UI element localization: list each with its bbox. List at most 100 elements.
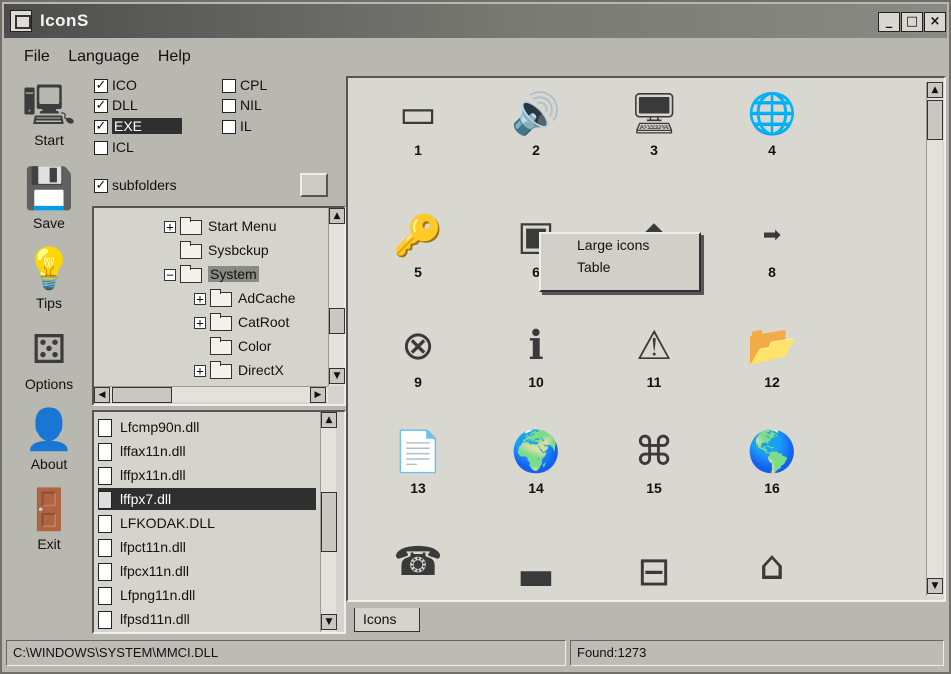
menu-item-table[interactable]: Table bbox=[541, 256, 699, 278]
menu-file[interactable]: File bbox=[24, 48, 50, 65]
tree-horizontal-scrollbar[interactable]: ◀ ▶ bbox=[94, 386, 328, 403]
icon-cell-10[interactable]: ℹ 10 bbox=[496, 318, 576, 402]
file-item[interactable]: Lfcmp90n.dll bbox=[98, 416, 316, 438]
icon-grid-scrollbar[interactable]: ▲ ▼ bbox=[926, 82, 943, 596]
tree-item-start-menu[interactable]: + Start Menu bbox=[164, 216, 276, 236]
tree-item-system[interactable]: − System bbox=[164, 264, 259, 284]
icon-cell-14[interactable]: 🌍 14 bbox=[496, 424, 576, 508]
icon-cell-9[interactable]: ⊗ 9 bbox=[378, 318, 458, 402]
file-item-selected[interactable]: lffpx7.dll bbox=[98, 488, 316, 510]
scroll-left-button[interactable]: ◀ bbox=[94, 387, 110, 403]
save-button[interactable]: 💾 Save bbox=[10, 165, 88, 231]
tree-item-sysbckup[interactable]: Sysbckup bbox=[180, 240, 269, 260]
filter-il[interactable]: IL bbox=[222, 117, 252, 135]
icon-cell-16[interactable]: 🌎 16 bbox=[732, 424, 812, 508]
icon-cell-13[interactable]: 📄 13 bbox=[378, 424, 458, 508]
subfolders-checkbox[interactable]: ✓ bbox=[94, 179, 108, 194]
options-button[interactable]: ⚄ Options bbox=[10, 326, 88, 392]
il-checkbox[interactable] bbox=[222, 120, 236, 135]
menu-language[interactable]: Language bbox=[68, 48, 139, 65]
exit-door-icon: 🚪 bbox=[24, 487, 74, 533]
icon-cell-18[interactable]: ▬ bbox=[496, 548, 576, 632]
scroll-up-button[interactable]: ▲ bbox=[927, 82, 943, 98]
minimize-button[interactable]: _ bbox=[878, 12, 900, 32]
scroll-up-button[interactable]: ▲ bbox=[321, 412, 337, 428]
icon-cell-12[interactable]: 📂 12 bbox=[732, 318, 812, 402]
tree-item-adcache[interactable]: + AdCache bbox=[194, 288, 296, 308]
title-bar[interactable]: IconS _ □ × bbox=[4, 4, 947, 38]
open-folder-icon: 📂 bbox=[747, 323, 797, 369]
icon-cell-3[interactable]: 🖥 3 bbox=[614, 86, 694, 170]
icon-cell-17[interactable]: ☎ bbox=[378, 534, 458, 618]
tab-icons[interactable]: Icons bbox=[354, 608, 420, 632]
folder-tree[interactable]: + Start Menu Sysbckup − System + AdCache + C… bbox=[92, 206, 346, 406]
filter-cpl[interactable]: CPL bbox=[222, 76, 267, 94]
menu-help[interactable]: Help bbox=[158, 48, 191, 65]
nil-checkbox[interactable] bbox=[222, 99, 236, 114]
scroll-thumb[interactable] bbox=[329, 308, 345, 334]
scroll-up-button[interactable]: ▲ bbox=[329, 208, 345, 224]
cpl-checkbox[interactable] bbox=[222, 79, 236, 94]
expand-toggle[interactable]: + bbox=[194, 293, 206, 306]
icon-cell-15[interactable]: ⌘ 15 bbox=[614, 424, 694, 508]
scroll-down-button[interactable]: ▼ bbox=[321, 614, 337, 630]
icon-cell-19[interactable]: ⊟ bbox=[614, 544, 694, 628]
filter-dll[interactable]: ✓ DLL bbox=[94, 96, 138, 114]
icl-checkbox[interactable] bbox=[94, 141, 108, 156]
scroll-down-button[interactable]: ▼ bbox=[927, 578, 943, 594]
filter-ico[interactable]: ✓ ICO bbox=[94, 76, 137, 94]
dll-checkbox[interactable]: ✓ bbox=[94, 99, 108, 114]
scroll-thumb[interactable] bbox=[927, 100, 943, 140]
file-item[interactable]: LFKODAK.DLL bbox=[98, 512, 316, 534]
exit-button[interactable]: 🚪 Exit bbox=[10, 486, 88, 552]
file-item[interactable]: Lfpng11n.dll bbox=[98, 584, 316, 606]
globe-icon: 🌍 bbox=[511, 429, 561, 475]
folder-icon bbox=[210, 312, 232, 331]
about-button[interactable]: 👤 About bbox=[10, 406, 88, 472]
filter-icl[interactable]: ICL bbox=[94, 138, 134, 156]
file-item[interactable]: lffpx11n.dll bbox=[98, 464, 316, 486]
maximize-button[interactable]: □ bbox=[901, 12, 923, 32]
file-list[interactable]: Lfcmp90n.dll lffax11n.dll lffpx11n.dll l… bbox=[92, 410, 346, 634]
filter-nil[interactable]: NIL bbox=[222, 96, 262, 114]
icon-number: 10 bbox=[528, 374, 544, 390]
icon-cell-20[interactable]: ⌂ bbox=[732, 538, 812, 622]
expand-toggle[interactable]: + bbox=[194, 365, 206, 378]
menu-item-large-icons[interactable]: Large icons bbox=[541, 234, 699, 256]
tree-label: CatRoot bbox=[238, 314, 290, 330]
start-button[interactable]: 🖳 Start bbox=[10, 82, 88, 148]
tree-item-color[interactable]: Color bbox=[210, 336, 271, 356]
collapse-toggle[interactable]: − bbox=[164, 269, 176, 282]
expand-toggle[interactable]: + bbox=[164, 221, 176, 234]
app-icon[interactable] bbox=[10, 10, 32, 32]
scroll-thumb[interactable] bbox=[321, 492, 337, 552]
exe-checkbox[interactable]: ✓ bbox=[94, 120, 108, 135]
file-list-scrollbar[interactable]: ▲ ▼ bbox=[320, 412, 337, 632]
tree-item-catroot[interactable]: + CatRoot bbox=[194, 312, 289, 332]
filter-exe[interactable]: ✓ EXE bbox=[94, 117, 183, 135]
scroll-right-button[interactable]: ▶ bbox=[310, 387, 326, 403]
icon-cell-5[interactable]: 🔑 5 bbox=[378, 208, 458, 292]
error-icon: ⊗ bbox=[401, 323, 435, 369]
filter-subfolders[interactable]: ✓ subfolders bbox=[94, 176, 177, 194]
expand-toggle[interactable]: + bbox=[194, 317, 206, 330]
tree-vertical-scrollbar[interactable]: ▲ ▼ bbox=[328, 208, 345, 386]
file-item[interactable]: lffax11n.dll bbox=[98, 440, 316, 462]
icon-cell-1[interactable]: ▭ 1 bbox=[378, 86, 458, 170]
tree-item-directx[interactable]: + DirectX bbox=[194, 360, 284, 380]
icon-cell-8[interactable]: ➡ 8 bbox=[732, 208, 812, 292]
tips-button[interactable]: 💡 Tips bbox=[10, 245, 88, 311]
close-button[interactable]: × bbox=[924, 12, 946, 32]
icon-cell-2[interactable]: 🔊 2 bbox=[496, 86, 576, 170]
icon-cell-4[interactable]: 🌐 4 bbox=[732, 86, 812, 170]
scroll-thumb[interactable] bbox=[112, 387, 172, 403]
file-item[interactable]: lfpcx11n.dll bbox=[98, 560, 316, 582]
browse-button[interactable] bbox=[300, 173, 328, 197]
file-item[interactable]: lfpct11n.dll bbox=[98, 536, 316, 558]
nil-label: NIL bbox=[240, 97, 262, 113]
icon-cell-11[interactable]: ⚠ 11 bbox=[614, 318, 694, 402]
icon-grid[interactable]: ▭1 🔊2 🖥3 🌐4 🔑5 ▣6 ◆7 ➡8 ⊗9 ℹ10 ⚠11 📂12 📄… bbox=[346, 76, 946, 602]
file-item[interactable]: lfpsd11n.dll bbox=[98, 608, 316, 630]
scroll-down-button[interactable]: ▼ bbox=[329, 368, 345, 384]
ico-checkbox[interactable]: ✓ bbox=[94, 79, 108, 94]
